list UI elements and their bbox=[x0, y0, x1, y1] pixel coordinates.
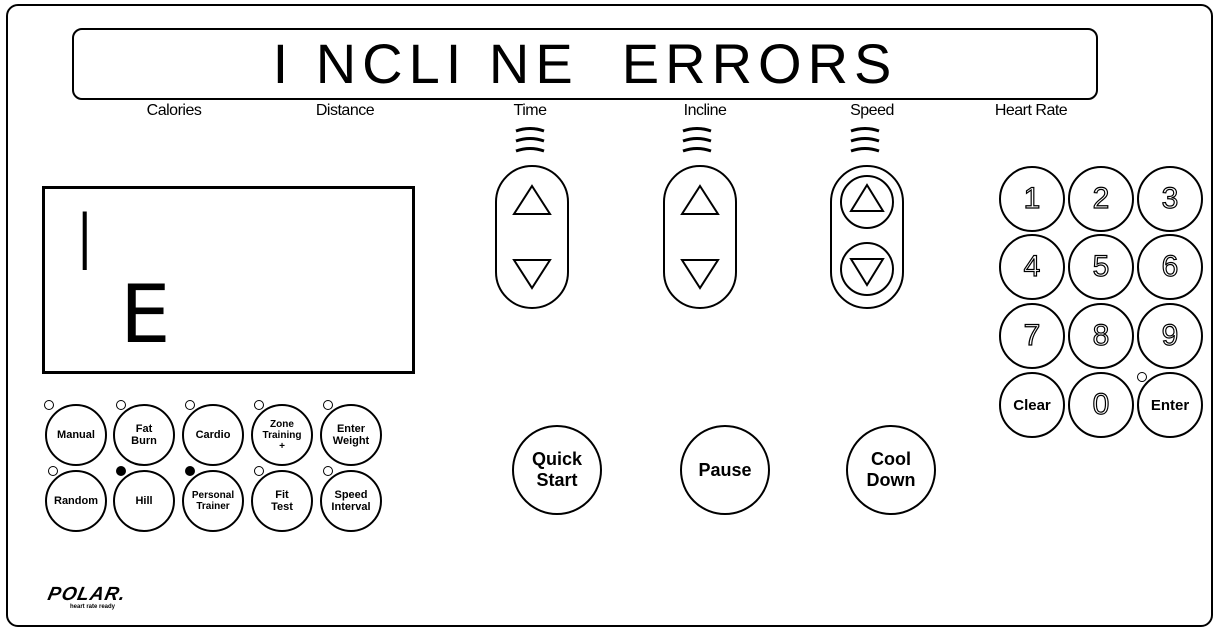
program-led bbox=[116, 400, 126, 410]
program-led bbox=[254, 400, 264, 410]
lcd-line-2: E bbox=[120, 268, 171, 361]
program-label: Enter Weight bbox=[332, 423, 370, 447]
keypad-enter-button[interactable]: Enter bbox=[1137, 372, 1203, 438]
speed-label: Speed bbox=[850, 102, 894, 119]
distance-label: Distance bbox=[315, 102, 375, 119]
message-display: I NCLI NE ERRORS bbox=[72, 28, 1098, 100]
polar-tagline: heart rate ready bbox=[70, 604, 116, 610]
program-led-active bbox=[185, 466, 195, 476]
incline-up-button[interactable] bbox=[676, 178, 724, 226]
program-led-active bbox=[116, 466, 126, 476]
program-led bbox=[254, 466, 264, 476]
speed-up-button[interactable] bbox=[838, 173, 896, 231]
program-label: Zone Training + bbox=[262, 418, 302, 452]
keypad-9-button[interactable]: 9 bbox=[1137, 303, 1203, 369]
speed-down-button[interactable] bbox=[838, 240, 896, 298]
program-label: Personal Trainer bbox=[191, 490, 235, 512]
program-label: Fit Test bbox=[271, 489, 293, 513]
program-led bbox=[185, 400, 195, 410]
program-label: Speed Interval bbox=[331, 489, 371, 513]
incline-label: Incline bbox=[683, 102, 727, 119]
keypad-0-button[interactable]: 0 bbox=[1068, 372, 1134, 438]
time-indicator-icon bbox=[515, 127, 545, 153]
keypad-2-button[interactable]: 2 bbox=[1068, 166, 1134, 232]
program-hill-button[interactable]: Hill bbox=[113, 470, 175, 532]
program-random-button[interactable]: Random bbox=[45, 470, 107, 532]
keypad-7-button[interactable]: 7 bbox=[999, 303, 1065, 369]
program-cardio-button[interactable]: Cardio bbox=[182, 404, 244, 466]
time-up-button[interactable] bbox=[508, 178, 556, 226]
keypad-1-button[interactable]: 1 bbox=[999, 166, 1065, 232]
program-led bbox=[323, 466, 333, 476]
program-led bbox=[323, 400, 333, 410]
time-label: Time bbox=[513, 102, 547, 119]
heart-rate-label: Heart Rate bbox=[994, 102, 1068, 119]
keypad-3-button[interactable]: 3 bbox=[1137, 166, 1203, 232]
program-enter-weight-button[interactable]: Enter Weight bbox=[320, 404, 382, 466]
keypad-clear-button[interactable]: Clear bbox=[999, 372, 1065, 438]
program-fit-test-button[interactable]: Fit Test bbox=[251, 470, 313, 532]
incline-indicator-icon bbox=[682, 127, 712, 153]
program-led bbox=[48, 466, 58, 476]
quick-start-button[interactable]: Quick Start bbox=[512, 425, 602, 515]
enter-led bbox=[1137, 372, 1147, 382]
speed-indicator-icon bbox=[850, 127, 880, 153]
program-speed-interval-button[interactable]: Speed Interval bbox=[320, 470, 382, 532]
keypad-5-button[interactable]: 5 bbox=[1068, 234, 1134, 300]
program-manual-button[interactable]: Manual bbox=[45, 404, 107, 466]
calories-label: Calories bbox=[146, 102, 202, 119]
program-led bbox=[44, 400, 54, 410]
program-label: Random bbox=[54, 495, 98, 507]
pause-button[interactable]: Pause bbox=[680, 425, 770, 515]
time-down-button[interactable] bbox=[508, 248, 556, 296]
program-label: Cardio bbox=[195, 429, 231, 441]
keypad-6-button[interactable]: 6 bbox=[1137, 234, 1203, 300]
program-label: Fat Burn bbox=[131, 423, 157, 447]
program-label: Hill bbox=[135, 495, 153, 507]
lcd-display: I E bbox=[42, 186, 415, 374]
program-personal-trainer-button[interactable]: Personal Trainer bbox=[182, 470, 244, 532]
cool-down-label: Cool Down bbox=[866, 449, 916, 490]
incline-down-button[interactable] bbox=[676, 248, 724, 296]
lcd-line-1: I bbox=[73, 196, 97, 289]
keypad-8-button[interactable]: 8 bbox=[1068, 303, 1134, 369]
cool-down-button[interactable]: Cool Down bbox=[846, 425, 936, 515]
keypad-4-button[interactable]: 4 bbox=[999, 234, 1065, 300]
pause-label: Pause bbox=[698, 459, 752, 480]
program-fat-burn-button[interactable]: Fat Burn bbox=[113, 404, 175, 466]
program-label: Manual bbox=[57, 429, 95, 441]
program-zone-training-button[interactable]: Zone Training + bbox=[251, 404, 313, 466]
polar-logo: POLAR. bbox=[45, 584, 129, 605]
quick-start-label: Quick Start bbox=[531, 449, 583, 490]
